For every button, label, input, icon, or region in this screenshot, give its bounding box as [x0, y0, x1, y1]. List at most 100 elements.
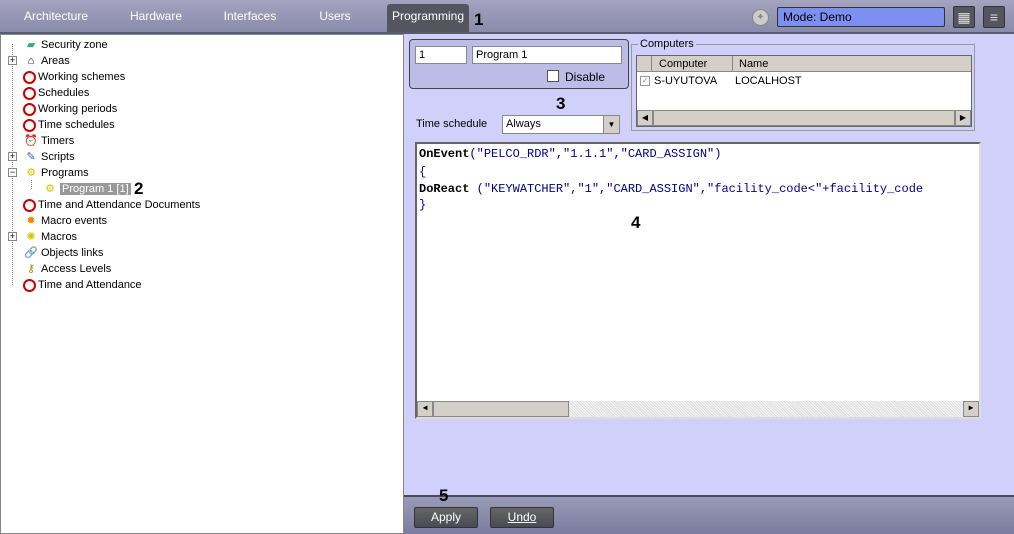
scroll-thumb[interactable] — [433, 401, 569, 417]
tree-item[interactable]: ⚙ Program 1 [1] — [42, 181, 131, 197]
undo-button[interactable]: Undo — [490, 507, 554, 528]
tab-programming[interactable]: Programming — [387, 4, 469, 32]
tab-hardware[interactable]: Hardware — [122, 4, 190, 32]
scroll-right-icon[interactable]: ▶ — [955, 110, 971, 126]
tree-item-label: Macros — [41, 231, 78, 243]
program-name-field[interactable]: Program 1 — [472, 46, 622, 64]
tree-item[interactable]: ⌂ Areas — [23, 53, 70, 69]
tree-line — [31, 180, 32, 189]
tree-item-label: Schedules — [38, 87, 90, 99]
tree-item[interactable]: ✎ Scripts — [23, 149, 75, 165]
tree-item-label: Scripts — [41, 151, 75, 163]
tree-item[interactable]: Time schedules — [23, 117, 115, 133]
keys-icon: ⚷ — [26, 263, 36, 275]
code-text: } — [419, 198, 427, 212]
computers-table: Computer Name ✓ S-UYUTOVA LOCALHOST ◀ ▶ — [636, 55, 972, 127]
tab-interfaces[interactable]: Interfaces — [218, 4, 282, 32]
tree-item[interactable]: Time and Attendance — [23, 277, 142, 293]
table-row[interactable]: ✓ S-UYUTOVA LOCALHOST — [637, 73, 971, 89]
tree-item[interactable]: Working periods — [23, 101, 117, 117]
cell-name: LOCALHOST — [735, 75, 802, 87]
tree-item-label: Areas — [41, 55, 70, 67]
tree-item-label: Timers — [41, 135, 75, 147]
tree-item[interactable]: Time and Attendance Documents — [23, 197, 200, 213]
object-tree-panel: ▰ Security zone + ⌂ Areas Working schemes Sche… — [0, 34, 404, 534]
expand-toggle-icon[interactable]: + — [8, 232, 17, 241]
alarm-clock-icon: ⏰ — [24, 135, 38, 147]
annotation-3: 3 — [556, 94, 566, 113]
code-text: ("PELCO_RDR","1.1.1","CARD_ASSIGN") — [469, 147, 722, 161]
disable-checkbox[interactable] — [547, 70, 559, 82]
tree-item-label: Program 1 [1] — [60, 183, 131, 195]
mode-display[interactable]: Mode: Demo — [777, 7, 945, 27]
macro-event-icon: ✹ — [26, 215, 36, 227]
tree-item-label: Working periods — [38, 103, 118, 115]
clock-icon — [23, 198, 36, 212]
chevron-down-icon[interactable]: ▼ — [603, 116, 619, 133]
tree-item[interactable]: ⚙ Programs — [23, 165, 89, 181]
tree-item[interactable]: 🔗 Objects links — [23, 245, 103, 261]
expand-toggle-icon[interactable]: + — [8, 56, 17, 65]
tree-item-label: Security zone — [41, 39, 108, 51]
code-keyword: DoReact — [419, 182, 470, 196]
tree-item-label: Objects links — [41, 247, 104, 259]
tree-item-label: Macro events — [41, 215, 108, 227]
expand-toggle-icon[interactable]: − — [8, 168, 17, 177]
disable-label: Disable — [565, 70, 606, 84]
time-schedule-select[interactable]: Always ▼ — [502, 115, 620, 134]
tab-architecture[interactable]: Architecture — [18, 4, 94, 32]
gear-icon: ✺ — [26, 231, 36, 243]
clock-icon — [23, 278, 36, 292]
scroll-right-icon[interactable]: ▶ — [963, 401, 979, 417]
tree-item[interactable]: ⏰ Timers — [23, 133, 74, 149]
tree-line — [12, 44, 13, 285]
tree-item[interactable]: ✺ Macros — [23, 229, 77, 245]
tree-item-label: Time schedules — [38, 119, 115, 131]
gears-icon: ⚙ — [45, 183, 55, 195]
expand-toggle-icon[interactable]: + — [8, 152, 17, 161]
time-schedule-label: Time schedule — [416, 118, 488, 130]
tree-item-label: Time and Attendance Documents — [38, 199, 201, 211]
annotation-4: 4 — [631, 213, 641, 232]
apply-button[interactable]: Apply — [414, 507, 478, 528]
column-name[interactable]: Name — [734, 56, 768, 72]
computers-scrollbar[interactable]: ◀ ▶ — [637, 110, 971, 126]
table-header: Computer Name — [637, 56, 971, 72]
annotation-5: 5 — [439, 486, 449, 505]
computers-legend: Computers — [638, 38, 696, 50]
tab-users[interactable]: Users — [312, 4, 358, 32]
bottom-toolbar: Apply Undo — [404, 495, 1014, 534]
code-text: { — [419, 165, 427, 179]
code-editor[interactable]: OnEvent("PELCO_RDR","1.1.1","CARD_ASSIGN… — [415, 142, 981, 419]
clock-icon — [23, 118, 36, 132]
clock-icon — [23, 86, 36, 100]
mode-icon[interactable]: ✦ — [752, 9, 769, 26]
gears-icon: ⚙ — [26, 167, 36, 179]
top-nav-bar: Architecture Hardware Interfaces Users P… — [0, 0, 1014, 34]
security-zone-icon: ▰ — [26, 39, 36, 51]
scroll-left-icon[interactable]: ◀ — [417, 401, 433, 417]
code-keyword: OnEvent — [419, 147, 470, 161]
column-computer[interactable]: Computer — [653, 56, 733, 72]
annotation-1: 1 — [474, 10, 484, 29]
tree-item[interactable]: Working schemes — [23, 69, 125, 85]
cell-computer: S-UYUTOVA — [654, 75, 718, 87]
tree-item[interactable]: Schedules — [23, 85, 89, 101]
tree-item[interactable]: ⚷ Access Levels — [23, 261, 111, 277]
layout-grid-icon[interactable]: ▦ — [953, 6, 975, 28]
menu-icon[interactable]: ≡ — [983, 6, 1005, 28]
script-icon: ✎ — [26, 151, 36, 163]
tree-item[interactable]: ✹ Macro events — [23, 213, 107, 229]
tree-item-label: Time and Attendance — [38, 279, 142, 291]
program-id-field[interactable]: 1 — [415, 46, 467, 64]
clock-icon — [23, 70, 36, 84]
scroll-left-icon[interactable]: ◀ — [637, 110, 653, 126]
tree-item-label: Access Levels — [41, 263, 112, 275]
clock-icon — [23, 102, 36, 116]
home-icon: ⌂ — [27, 55, 35, 67]
row-checkbox[interactable]: ✓ — [640, 76, 650, 86]
editor-scrollbar[interactable]: ◀ ▶ — [417, 401, 979, 417]
code-text: ("KEYWATCHER","1","CARD_ASSIGN","facilit… — [469, 182, 924, 196]
scroll-thumb[interactable] — [653, 110, 955, 126]
tree-item[interactable]: ▰ Security zone — [23, 37, 108, 53]
